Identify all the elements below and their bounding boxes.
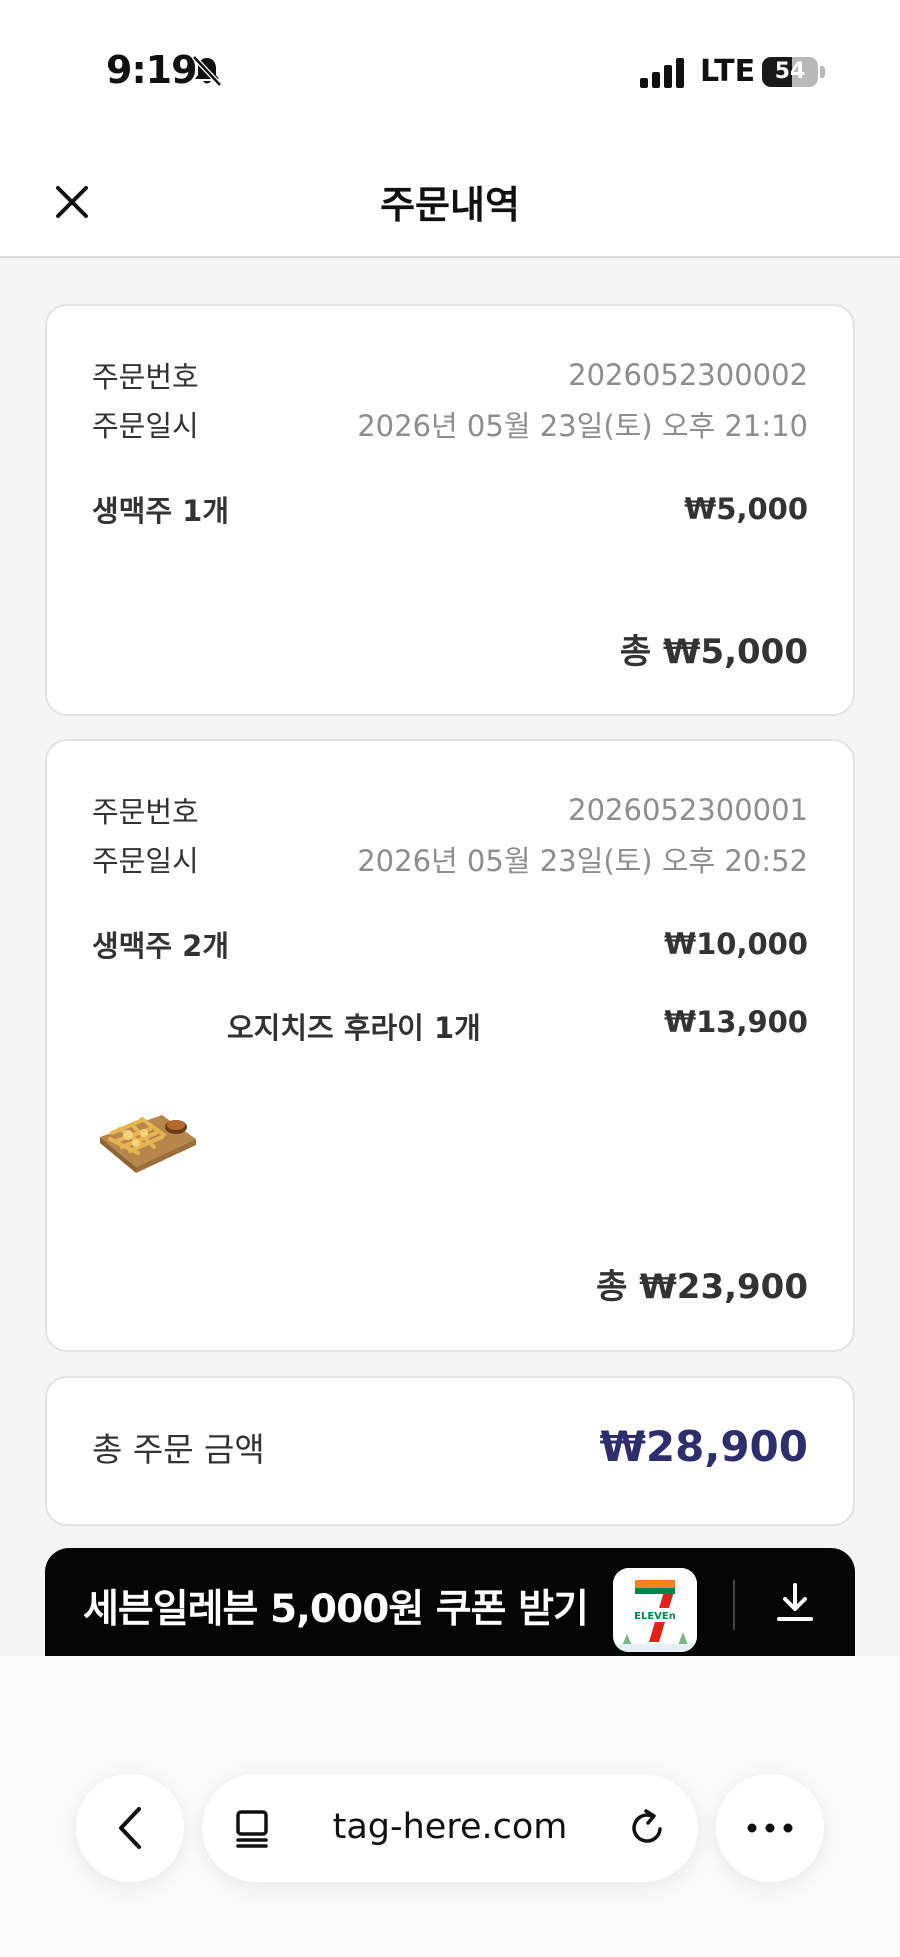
status-time: 9:19 (106, 48, 198, 92)
battery-icon: 54 (762, 57, 818, 87)
order-item-row: 오지치즈 후라이 1개 ₩13,900 (227, 1005, 808, 1047)
bell-muted-icon (192, 55, 222, 87)
order-date-label: 주문일시 (92, 844, 199, 878)
order-item-row: 생맥주 2개 ₩10,000 (92, 923, 808, 965)
order-total: 총 ₩23,900 (596, 1267, 808, 1307)
page-header: 주문내역 (0, 150, 900, 258)
battery-tip (820, 66, 825, 78)
item-name: 생맥주 2개 (92, 929, 229, 963)
item-name: 오지치즈 후라이 1개 (227, 1011, 481, 1045)
order-item-row: 생맥주 1개 ₩5,000 (92, 488, 808, 530)
seven-eleven-logo-graphic: ELEVEn (613, 1568, 697, 1652)
address-bar[interactable]: tag-here.com (202, 1774, 698, 1882)
order-date-value: 2026년 05월 23일(토) 오후 21:10 (357, 409, 808, 443)
network-label: LTE (700, 54, 756, 89)
more-button[interactable] (716, 1774, 824, 1882)
fries-image (100, 1115, 196, 1173)
page-title: 주문내역 (380, 183, 520, 227)
logo-wordmark: ELEVEn (634, 1611, 676, 1622)
download-icon (777, 1583, 813, 1621)
battery-percentage: 54 (774, 59, 806, 84)
status-bar: 9:19 LTE 54 (0, 0, 900, 150)
order-card: 주문번호 2026052300001 주문일시 2026년 05월 23일(토)… (45, 739, 855, 1352)
banner-divider (733, 1580, 735, 1630)
reload-icon[interactable] (626, 1807, 668, 1849)
order-number-label: 주문번호 (92, 795, 199, 829)
order-date-row: 주문일시 2026년 05월 23일(토) 오후 20:52 (92, 838, 808, 880)
banner-text: 세븐일레븐 5,000원 쿠폰 받기 (83, 1587, 589, 1632)
signal-icon (640, 58, 684, 88)
browser-toolbar: tag-here.com (0, 1656, 900, 1957)
order-card: 주문번호 2026052300002 주문일시 2026년 05월 23일(토)… (45, 304, 855, 716)
order-date-value: 2026년 05월 23일(토) 오후 20:52 (357, 844, 808, 878)
summary-amount: ₩28,900 (599, 1422, 808, 1471)
summary-label: 총 주문 금액 (92, 1429, 265, 1469)
order-number-row: 주문번호 2026052300001 (92, 789, 808, 831)
item-name: 생맥주 1개 (92, 494, 229, 528)
order-date-row: 주문일시 2026년 05월 23일(토) 오후 21:10 (92, 403, 808, 445)
url-text: tag-here.com (332, 1807, 568, 1847)
order-number-value: 2026052300002 (568, 358, 808, 392)
item-price: ₩13,900 (664, 1005, 808, 1039)
item-price: ₩5,000 (684, 492, 808, 526)
coupon-banner[interactable]: 세븐일레븐 5,000원 쿠폰 받기 ELEVEn (45, 1548, 735, 1658)
more-icon (747, 1823, 793, 1833)
seven-eleven-logo: ELEVEn (613, 1568, 697, 1652)
back-button[interactable] (76, 1774, 184, 1882)
chevron-left-icon (119, 1807, 141, 1849)
summary-row: 총 주문 금액 ₩28,900 (92, 1422, 808, 1471)
order-total: 총 ₩5,000 (619, 632, 808, 672)
order-number-value: 2026052300001 (568, 793, 808, 827)
item-price: ₩10,000 (664, 927, 808, 961)
order-number-row: 주문번호 2026052300002 (92, 354, 808, 396)
order-date-label: 주문일시 (92, 409, 199, 443)
download-button[interactable] (735, 1548, 855, 1658)
order-number-label: 주문번호 (92, 360, 199, 394)
order-summary-card: 총 주문 금액 ₩28,900 (45, 1376, 855, 1526)
